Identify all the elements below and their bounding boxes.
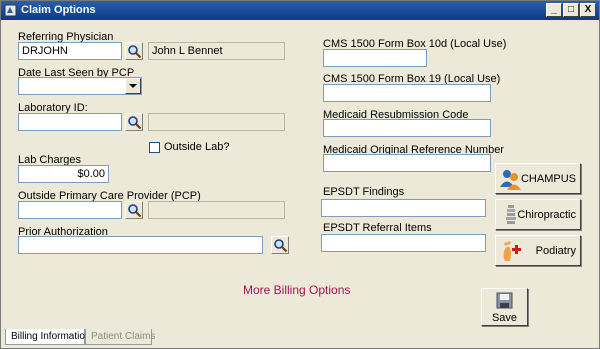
cms-box-19-input[interactable] — [323, 84, 491, 102]
champus-button[interactable]: CHAMPUS — [495, 163, 581, 194]
laboratory-description-display — [148, 113, 285, 131]
outside-pcp-input[interactable] — [18, 201, 122, 219]
medicaid-original-ref-input[interactable] — [323, 154, 491, 172]
podiatry-button[interactable]: Podiatry — [495, 235, 581, 266]
podiatry-button-label: Podiatry — [535, 245, 576, 257]
epsdt-findings-input[interactable] — [321, 199, 486, 217]
save-button-label: Save — [491, 312, 518, 324]
maximize-button[interactable]: □ — [563, 3, 579, 17]
prior-authorization-lookup-button[interactable] — [271, 236, 289, 254]
claim-options-window: Claim Options _ □ X Referring Physician … — [0, 0, 600, 349]
foot-icon — [503, 241, 521, 261]
referring-physician-name-display: John L Bennet — [148, 42, 285, 60]
outside-pcp-description-display — [148, 201, 285, 219]
floppy-disk-icon — [496, 292, 513, 309]
epsdt-referral-label: EPSDT Referral Items — [323, 222, 432, 234]
prior-authorization-input[interactable] — [18, 236, 263, 254]
epsdt-findings-label: EPSDT Findings — [323, 186, 405, 198]
people-icon — [500, 170, 521, 190]
tab-billing-information[interactable]: Billing Information — [5, 329, 90, 345]
champus-button-label: CHAMPUS — [520, 173, 576, 185]
window-title: Claim Options — [21, 4, 96, 16]
date-last-seen-dropdown-button[interactable] — [125, 78, 141, 94]
chiropractic-button[interactable]: Chiropractic — [495, 199, 581, 230]
medicaid-resubmission-input[interactable] — [323, 119, 491, 137]
app-icon — [4, 4, 17, 17]
tab-patient-claims[interactable]: Patient Claims — [85, 329, 155, 345]
date-last-seen-input[interactable] — [18, 77, 142, 95]
chiropractic-button-label: Chiropractic — [517, 209, 576, 221]
minimize-button[interactable]: _ — [546, 3, 562, 17]
save-button[interactable]: Save — [481, 288, 528, 326]
outside-lab-checkbox[interactable] — [149, 142, 160, 153]
referring-physician-lookup-button[interactable] — [125, 42, 143, 60]
referring-physician-input[interactable]: DRJOHN — [18, 42, 122, 60]
outside-lab-label: Outside Lab? — [164, 141, 230, 153]
chevron-down-icon — [129, 84, 137, 88]
outside-pcp-lookup-button[interactable] — [125, 201, 143, 219]
search-icon — [128, 45, 142, 59]
laboratory-id-lookup-button[interactable] — [125, 113, 143, 131]
lab-charges-input[interactable]: $0.00 — [18, 165, 109, 183]
epsdt-referral-input[interactable] — [321, 234, 486, 252]
more-billing-options-link[interactable]: More Billing Options — [243, 283, 350, 297]
title-bar: Claim Options _ □ X — [1, 1, 599, 20]
search-icon — [128, 204, 142, 218]
cms-box-10d-input[interactable] — [323, 49, 427, 67]
search-icon — [274, 239, 288, 253]
close-button[interactable]: X — [580, 3, 596, 17]
laboratory-id-input[interactable] — [18, 113, 122, 131]
search-icon — [128, 116, 142, 130]
